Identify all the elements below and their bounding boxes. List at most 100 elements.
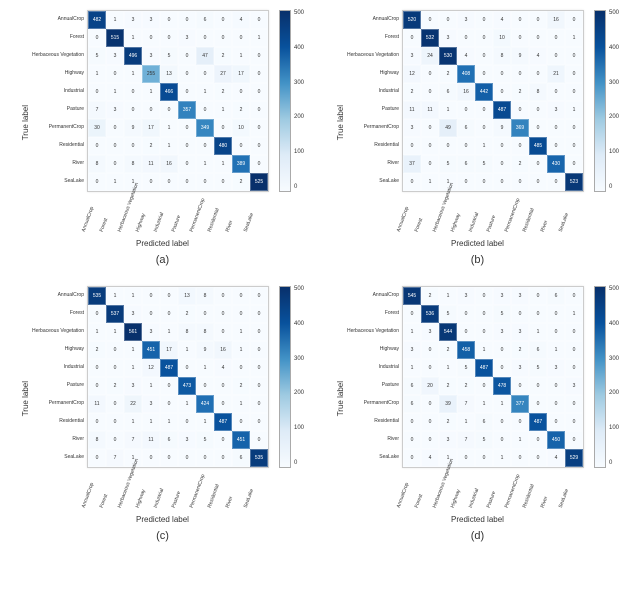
heatmap-matrix: 4821330060400515100300015349635047210101…	[87, 10, 269, 192]
heatmap-cell: 5	[475, 431, 493, 449]
heatmap-cell: 1	[160, 119, 178, 137]
heatmap-cell: 0	[232, 359, 250, 377]
row-tick-label: River	[32, 430, 84, 448]
heatmap-cell: 0	[439, 11, 457, 29]
colorbar-gradient	[279, 286, 291, 468]
heatmap-cell: 0	[232, 287, 250, 305]
heatmap-cell: 0	[547, 395, 565, 413]
heatmap-cell: 3	[511, 323, 529, 341]
heatmap-cell: 0	[106, 341, 124, 359]
colorbar-tick: 500	[609, 286, 619, 292]
heatmap-cell: 496	[124, 47, 142, 65]
heatmap-cell: 16	[457, 83, 475, 101]
heatmap-cell: 9	[124, 119, 142, 137]
heatmap-cell: 0	[214, 323, 232, 341]
heatmap-cell: 1	[439, 101, 457, 119]
heatmap-cell: 0	[124, 137, 142, 155]
heatmap-cell: 0	[565, 47, 583, 65]
heatmap-cell: 0	[475, 101, 493, 119]
heatmap-cell: 0	[88, 359, 106, 377]
row-tick-label: Industrial	[347, 82, 399, 100]
heatmap-cell: 0	[88, 83, 106, 101]
heatmap-cell: 0	[457, 101, 475, 119]
heatmap-cell: 6	[403, 395, 421, 413]
chart-area: True labelAnnualCropForestHerbaceous Veg…	[21, 10, 304, 235]
row-tick-label: Industrial	[32, 358, 84, 376]
heatmap-cell: 0	[160, 449, 178, 467]
row-tick-label: SeaLake	[32, 172, 84, 190]
heatmap-cell: 1	[403, 323, 421, 341]
heatmap-cell: 0	[511, 377, 529, 395]
heatmap-cell: 466	[160, 83, 178, 101]
heatmap-cell: 1	[142, 413, 160, 431]
colorbar-gradient	[594, 286, 606, 468]
y-axis-label: True label	[21, 381, 30, 416]
subplot-caption: (c)	[156, 530, 169, 542]
heatmap-cell: 0	[529, 377, 547, 395]
heatmap-cell: 3	[124, 377, 142, 395]
row-tick-label: AnnualCrop	[347, 10, 399, 28]
heatmap-cell: 0	[475, 29, 493, 47]
heatmap-cell: 408	[457, 65, 475, 83]
heatmap-cell: 0	[421, 413, 439, 431]
heatmap-cell: 1	[178, 395, 196, 413]
heatmap-cell: 0	[160, 395, 178, 413]
heatmap-cell: 0	[214, 119, 232, 137]
heatmap-cell: 6	[232, 449, 250, 467]
heatmap-cell: 0	[565, 431, 583, 449]
heatmap-cell: 0	[250, 431, 268, 449]
heatmap-cell: 0	[250, 83, 268, 101]
heatmap-cell: 3	[403, 47, 421, 65]
heatmap-cell: 2	[232, 101, 250, 119]
heatmap-cell: 0	[124, 83, 142, 101]
heatmap-cell: 3	[178, 431, 196, 449]
heatmap-cell: 0	[565, 395, 583, 413]
heatmap-cell: 0	[493, 155, 511, 173]
row-tick-label: Forest	[347, 28, 399, 46]
heatmap-cell: 255	[142, 65, 160, 83]
heatmap-cell: 1	[160, 413, 178, 431]
heatmap-cell: 0	[565, 137, 583, 155]
heatmap-cell: 8	[529, 83, 547, 101]
heatmap-cell: 5	[529, 359, 547, 377]
heatmap-cell: 2	[439, 65, 457, 83]
heatmap-cell: 1	[421, 173, 439, 191]
heatmap-cell: 11	[88, 395, 106, 413]
heatmap-cell: 0	[493, 341, 511, 359]
heatmap-cell: 0	[421, 83, 439, 101]
heatmap-cell: 0	[565, 359, 583, 377]
row-tick-label: AnnualCrop	[32, 286, 84, 304]
x-axis-label: Predicted label	[451, 515, 504, 524]
heatmap-cell: 0	[214, 377, 232, 395]
heatmap-cell: 1	[106, 287, 124, 305]
y-axis-label: True label	[336, 381, 345, 416]
heatmap-cell: 0	[178, 65, 196, 83]
heatmap-cell: 3	[142, 323, 160, 341]
heatmap-cell: 9	[511, 47, 529, 65]
colorbar-tick: 200	[609, 114, 619, 120]
heatmap-cell: 349	[196, 119, 214, 137]
heatmap-cell: 487	[493, 101, 511, 119]
colorbar: 5004003002001000	[279, 286, 304, 468]
heatmap-cell: 0	[88, 305, 106, 323]
heatmap-cell: 1	[196, 413, 214, 431]
colorbar-ticks: 5004003002001000	[294, 286, 304, 466]
heatmap-cell: 3	[457, 287, 475, 305]
heatmap-cell: 6	[547, 287, 565, 305]
heatmap-cell: 451	[232, 431, 250, 449]
heatmap-cell: 0	[403, 449, 421, 467]
heatmap-cell: 389	[232, 155, 250, 173]
heatmap-cell: 1	[547, 341, 565, 359]
heatmap-cell: 0	[547, 323, 565, 341]
row-tick-label: PermanentCrop	[347, 118, 399, 136]
heatmap-cell: 532	[421, 29, 439, 47]
heatmap-cell: 0	[196, 137, 214, 155]
heatmap-cell: 0	[547, 83, 565, 101]
heatmap-cell: 480	[214, 137, 232, 155]
heatmap-cell: 4	[529, 47, 547, 65]
row-tick-label: SeaLake	[32, 448, 84, 466]
heatmap-cell: 4	[214, 359, 232, 377]
colorbar-tick: 100	[294, 149, 304, 155]
heatmap-cell: 2	[232, 377, 250, 395]
heatmap-cell: 0	[214, 395, 232, 413]
